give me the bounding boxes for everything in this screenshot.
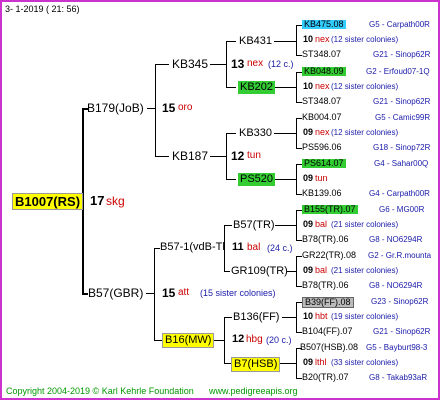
gen4-num: 10	[303, 34, 314, 44]
gen2-code: bal	[247, 242, 261, 253]
gen4-note: (12 sister colonies)	[331, 35, 399, 44]
gen4-code: tun	[315, 173, 328, 183]
header-timestamp: 3- 1-2019 ( 21: 56)	[5, 4, 80, 14]
gen4-bottom-name[interactable]: B78(TR).06	[302, 235, 349, 244]
gen4-note: (33 sister colonies)	[331, 358, 399, 367]
gen2-num: 11	[232, 241, 244, 253]
gen4-num: 09	[303, 219, 314, 229]
gen3-name[interactable]: KB330	[239, 128, 272, 139]
gen4-code: bal	[315, 219, 328, 229]
gen4-code: hbt	[315, 311, 328, 321]
gen4-note: (21 sister colonies)	[331, 266, 399, 275]
gen3-name[interactable]: B57(TR)	[233, 220, 275, 231]
root-code: skg	[106, 194, 125, 208]
gen1-num: 15	[162, 101, 176, 115]
gen4-code: nex	[315, 34, 330, 44]
gen4-note: (21 sister colonies)	[331, 220, 399, 229]
gen2-note: (20 c.)	[266, 335, 292, 345]
gen2-note: (12 c.)	[268, 59, 294, 69]
gen4-note: (12 sister colonies)	[331, 82, 399, 91]
gen1-code: att	[178, 287, 190, 298]
gen4-bottom-name[interactable]: B78(TR).06	[302, 281, 349, 290]
gen2-name[interactable]: KB345	[172, 58, 208, 70]
gen3-name[interactable]: KB202	[238, 81, 276, 94]
gen3-name[interactable]: B7(HSB)	[231, 357, 281, 372]
footer-copyright: Copyright 2004-2019 © Karl Kehrle Founda…	[6, 386, 194, 396]
gen4-bottom-tag: G8 - Takab93aR	[369, 373, 428, 382]
gen4-bottom-name[interactable]: PS596.06	[302, 143, 342, 152]
gen4-top-name[interactable]: PS614.07	[302, 159, 346, 168]
gen1-name[interactable]: B179(JoB)	[87, 102, 144, 114]
gen2-note: (24 c.)	[267, 243, 293, 253]
gen4-note: (19 sister colonies)	[331, 312, 399, 321]
gen4-bottom-name[interactable]: B20(TR).07	[302, 373, 349, 382]
root-num: 17	[90, 193, 105, 208]
gen4-bottom-name[interactable]: ST348.07	[302, 97, 341, 106]
gen2-name[interactable]: B57-1(vdB-Tl	[160, 242, 225, 253]
gen4-bottom-tag: G18 - Sinop72R	[373, 143, 431, 152]
gen4-bottom-name[interactable]: KB139.06	[302, 189, 342, 198]
gen4-bottom-name[interactable]: ST348.07	[302, 50, 341, 59]
gen1-name[interactable]: B57(GBR)	[88, 287, 143, 299]
footer-site-link[interactable]: www.pedigreeapis.org	[209, 387, 298, 396]
gen4-top-name[interactable]: B39(FF).08	[302, 297, 354, 308]
pedigree-frame: 3- 1-2019 ( 21: 56) Copyright 2004-2019 …	[0, 0, 440, 400]
gen4-code: nex	[315, 81, 330, 91]
gen2-num: 12	[232, 333, 245, 345]
gen2-code: hbg	[246, 334, 263, 345]
gen2-name[interactable]: B16(MW)	[162, 333, 215, 348]
gen3-name[interactable]: PS520	[238, 173, 276, 186]
gen4-bottom-tag: G4 - Carpath00R	[369, 189, 430, 198]
root-name[interactable]: B1007(RS)	[12, 193, 84, 210]
gen4-code: nex	[315, 127, 330, 137]
gen4-bottom-tag: G8 - NO6294R	[369, 235, 423, 244]
gen4-num: 10	[303, 311, 314, 321]
gen4-top-name[interactable]: KB004.07	[302, 113, 342, 122]
gen4-top-tag: G2 - Erfoud07-1Q	[366, 67, 430, 76]
gen1-note: (15 sister colonies)	[200, 288, 276, 298]
gen3-name[interactable]: GR109(TR)	[231, 266, 288, 277]
gen4-note: (12 sister colonies)	[331, 128, 399, 137]
gen4-top-name[interactable]: B507(HSB).08	[300, 343, 358, 352]
gen4-top-tag: G5 - Carpath00R	[369, 20, 430, 29]
gen1-num: 15	[162, 286, 176, 300]
gen4-top-tag: G23 - Sinop62R	[371, 297, 429, 306]
gen4-top-tag: G4 - Sahar00Q	[374, 159, 429, 168]
gen4-top-name[interactable]: KB048.09	[302, 67, 346, 76]
gen2-num: 13	[231, 57, 245, 71]
gen4-top-tag: G5 - Bayburt98-3	[366, 343, 428, 352]
gen4-num: 10	[303, 81, 314, 91]
gen3-name[interactable]: B136(FF)	[233, 312, 279, 323]
gen4-top-tag: G5 - Camic99R	[375, 113, 431, 122]
gen4-code: bal	[315, 265, 328, 275]
gen4-top-tag: G6 - MG00R	[379, 205, 425, 214]
gen4-bottom-tag: G21 - Sinop62R	[373, 327, 431, 336]
gen4-bottom-name[interactable]: B104(FF).07	[302, 327, 353, 336]
gen4-bottom-tag: G21 - Sinop62R	[373, 50, 431, 59]
gen4-bottom-tag: G8 - NO6294R	[369, 281, 423, 290]
gen2-num: 12	[231, 149, 245, 163]
gen4-bottom-tag: G21 - Sinop62R	[373, 97, 431, 106]
gen2-code: tun	[247, 150, 261, 161]
gen4-top-tag: G2 - Gr.R.mounta	[368, 251, 432, 260]
gen4-code: lthl	[315, 357, 327, 367]
gen1-code: oro	[178, 102, 193, 113]
gen4-num: 09	[303, 173, 314, 183]
gen4-top-name[interactable]: GR22(TR).08	[302, 251, 356, 260]
gen3-name[interactable]: KB431	[239, 36, 272, 47]
gen2-name[interactable]: KB187	[172, 150, 208, 162]
gen4-num: 09	[303, 127, 314, 137]
gen2-code: nex	[247, 58, 264, 69]
gen4-top-name[interactable]: B155(TR).07	[302, 205, 358, 214]
gen4-num: 09	[303, 265, 314, 275]
gen4-top-name[interactable]: KB475.08	[302, 20, 346, 29]
gen4-num: 09	[303, 357, 314, 367]
